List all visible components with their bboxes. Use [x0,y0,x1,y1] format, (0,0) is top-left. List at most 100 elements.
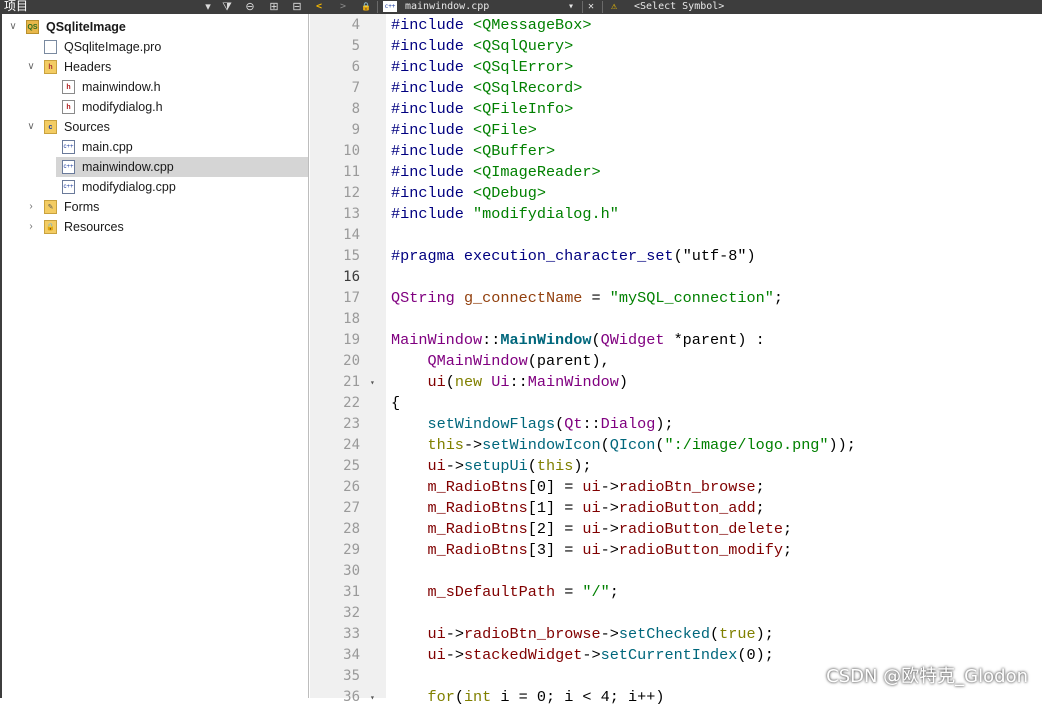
code-line[interactable]: #include <QMessageBox> [391,15,592,36]
line-number: 22 [343,395,360,411]
expand-arrow-icon[interactable]: ∨ [26,117,36,137]
code-token: #include [391,16,464,34]
code-line[interactable]: #include <QFile> [391,120,537,141]
tree-item-headers[interactable]: ∨ h Headers [2,57,308,77]
code-line[interactable]: { [391,393,400,414]
code-line[interactable]: QMainWindow(parent), [391,351,610,372]
code-token: [0] = [527,478,583,496]
code-token: *parent) : [664,331,765,349]
code-token: for [427,688,455,706]
tree-item-forms[interactable]: › ✎ Forms [2,197,308,217]
code-line[interactable]: MainWindow::MainWindow(QWidget *parent) … [391,330,765,351]
expand-arrow-icon[interactable]: ∨ [26,57,36,77]
tree-item-main-cpp[interactable]: c++ main.cpp [2,137,308,157]
code-line[interactable]: m_RadioBtns[3] = ui->radioButton_modify; [391,540,792,561]
code-token: radioButton_add [618,499,756,517]
code-token: ) [746,247,756,265]
code-token: MainWindow [527,373,619,391]
collapse-arrow-icon[interactable]: › [26,197,36,217]
code-token: Dialog [600,415,656,433]
code-token: (parent), [527,352,610,370]
code-line[interactable]: #include <QDebug> [391,183,546,204]
code-line[interactable]: m_RadioBtns[1] = ui->radioButton_add; [391,498,764,519]
code-line[interactable]: #include <QSqlQuery> [391,36,573,57]
forms-folder-icon: ✎ [44,200,57,214]
code-line[interactable]: #include <QImageReader> [391,162,601,183]
code-token: this [427,436,464,454]
code-token: [2] = [527,520,583,538]
view-dropdown-icon[interactable]: ▾ [202,0,214,14]
collapse-arrow-icon[interactable]: › [26,217,36,237]
project-panel-title: 项目 [4,0,29,13]
code-line[interactable]: #include <QSqlError> [391,57,573,78]
lock-icon[interactable]: 🔒 [361,0,371,14]
fold-marker-icon[interactable]: ▾ [370,378,375,387]
tree-item-label: Forms [64,200,100,214]
expand-arrow-icon[interactable]: ∨ [8,17,18,37]
tree-item-resources[interactable]: › 🔒 Resources [2,217,308,237]
symbol-selector[interactable]: <Select Symbol> [634,0,724,14]
code-token: new [454,373,483,391]
code-token: "mySQL_connection" [609,289,774,307]
line-number: 9 [351,122,360,138]
tree-item-mainwindow-h[interactable]: h mainwindow.h [2,77,308,97]
file-dropdown-icon[interactable]: ▾ [568,0,574,14]
code-token: m_RadioBtns [427,541,528,559]
code-token: MainWindow [391,331,483,349]
line-number: 4 [351,17,360,33]
code-line[interactable]: ui->radioBtn_browse->setChecked(true); [391,624,773,645]
open-file-name[interactable]: mainwindow.cpp [405,0,489,14]
code-token: = [582,289,610,307]
code-line[interactable]: ui->setupUi(this); [391,456,591,477]
code-line[interactable]: QString g_connectName = "mySQL_connectio… [391,288,783,309]
tree-item-project[interactable]: ∨ QS QSqliteImage [2,17,308,37]
code-token: -> [600,499,619,517]
link-icon[interactable]: ⊖ [242,0,258,14]
filter-icon[interactable]: ⧩ [220,0,234,14]
code-token: setCurrentIndex [600,646,738,664]
code-token: ui [427,457,446,475]
project-icon: QS [26,20,39,34]
code-token: #include [391,121,464,139]
tree-item-label: Sources [64,120,110,134]
code-token: { [391,394,401,412]
code-token: setWindowFlags [427,415,556,433]
close-panel-icon[interactable]: ⊟ [290,0,304,14]
tree-item-pro-file[interactable]: QSqliteImage.pro [2,37,308,57]
tree-item-mainwindow-cpp[interactable]: c++ mainwindow.cpp [56,157,308,177]
code-line[interactable]: this->setWindowIcon(QIcon(":/image/logo.… [391,435,855,456]
tree-item-modifydialog-h[interactable]: h modifydialog.h [2,97,308,117]
code-line[interactable]: #include <QFileInfo> [391,99,573,120]
forward-icon[interactable]: > [340,0,346,14]
code-token: ui [427,373,446,391]
line-number: 33 [343,626,360,642]
code-line[interactable]: #include <QSqlRecord> [391,78,582,99]
code-editor[interactable]: #include <QMessageBox> #include <QSqlQuer… [391,14,1042,706]
code-token: ; [755,478,765,496]
tree-item-modifydialog-cpp[interactable]: c++ modifydialog.cpp [2,177,308,197]
code-line[interactable]: setWindowFlags(Qt::Dialog); [391,414,673,435]
code-token: int [463,688,492,706]
code-token: = [555,583,583,601]
line-number: 35 [343,668,360,684]
cpp-file-icon: c++ [383,1,397,12]
code-token: ; [773,289,783,307]
code-line[interactable]: #pragma execution_character_set("utf-8") [391,246,756,267]
close-file-icon[interactable]: ✕ [588,0,594,14]
code-line[interactable]: m_RadioBtns[2] = ui->radioButton_delete; [391,519,792,540]
code-line[interactable]: ui->stackedWidget->setCurrentIndex(0); [391,645,773,666]
line-number: 19 [343,332,360,348]
code-line[interactable]: m_RadioBtns[0] = ui->radioBtn_browse; [391,477,765,498]
code-token: #include [391,79,464,97]
code-line[interactable]: ui(new Ui::MainWindow) [391,372,628,393]
split-icon[interactable]: ⊞ [266,0,282,14]
code-line[interactable]: #include "modifydialog.h" [391,204,619,225]
line-number: 8 [351,101,360,117]
tree-item-sources[interactable]: ∨ c Sources [2,117,308,137]
code-token: "/" [582,583,610,601]
code-line[interactable]: m_sDefaultPath = "/"; [391,582,618,603]
line-number: 12 [343,185,360,201]
code-line[interactable]: #include <QBuffer> [391,141,555,162]
code-token: -> [582,646,601,664]
back-icon[interactable]: < [316,0,322,14]
